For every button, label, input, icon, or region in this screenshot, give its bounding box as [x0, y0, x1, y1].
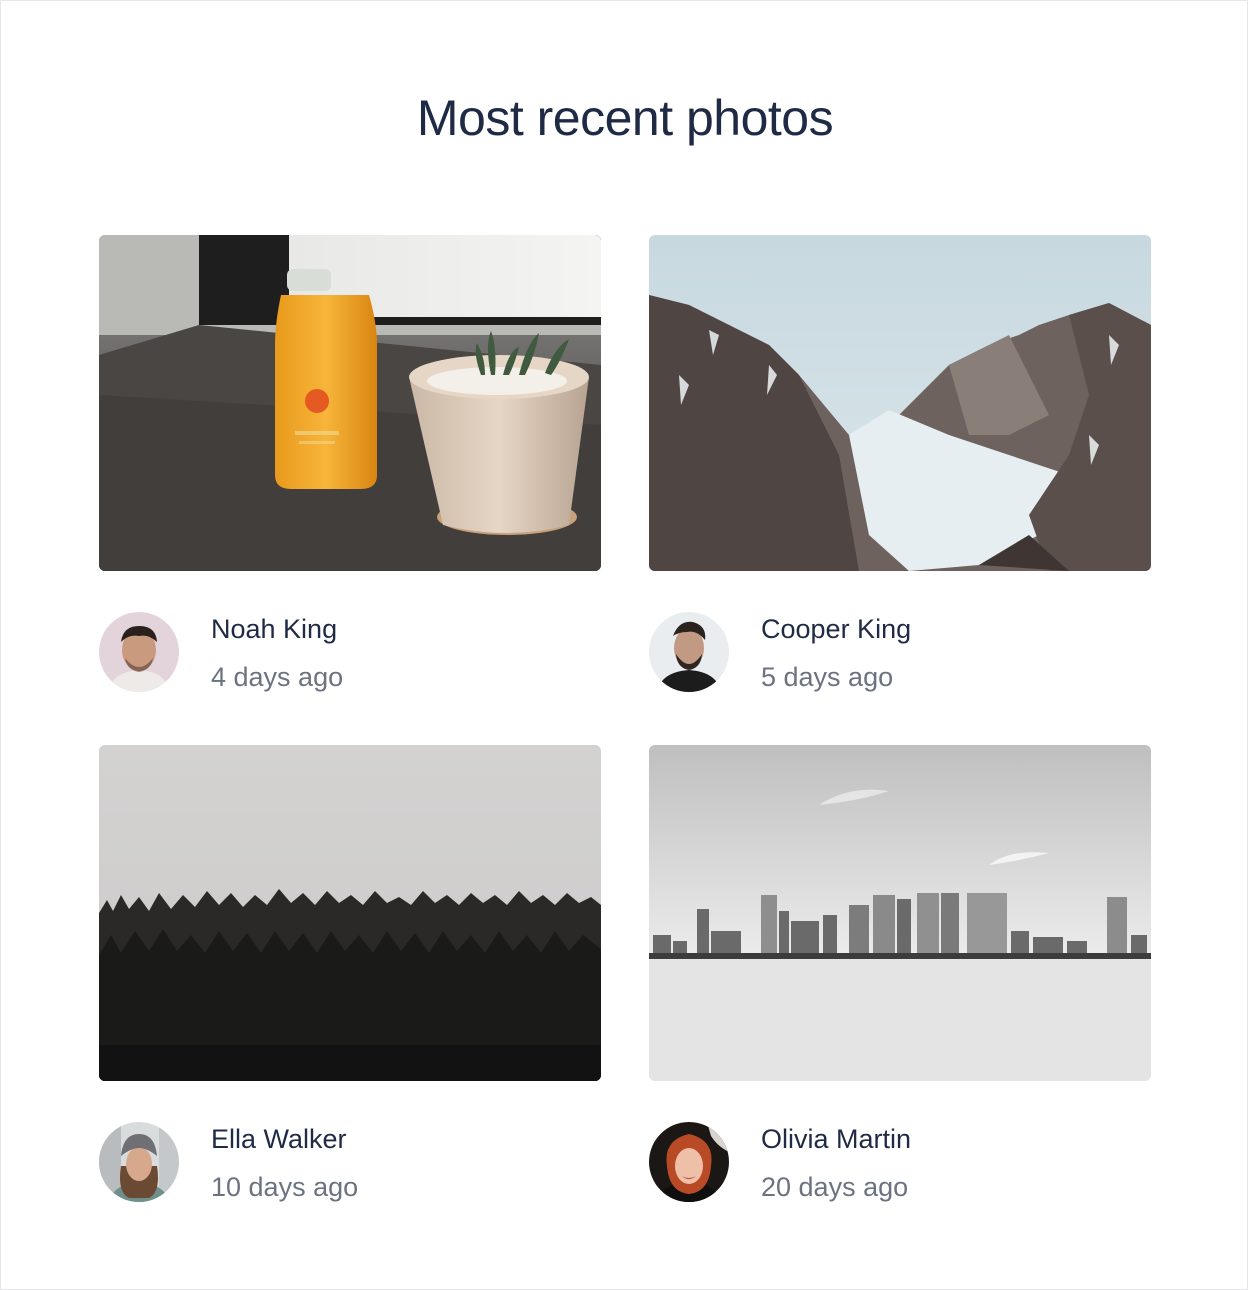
city-skyline-photo	[649, 745, 1151, 1081]
author-row: Noah King 4 days ago	[99, 612, 601, 692]
snowy-mountains-photo	[649, 235, 1151, 571]
author-row: Olivia Martin 20 days ago	[649, 1122, 1151, 1202]
photo-card: Noah King 4 days ago	[99, 235, 601, 692]
photo-card: Cooper King 5 days ago	[649, 235, 1151, 692]
avatar-cooper-king	[649, 612, 729, 692]
photo-thumbnail-mountains[interactable]	[649, 235, 1151, 571]
author-name[interactable]: Noah King	[211, 614, 337, 645]
page-frame: Most recent photos Noah King 4 days ago …	[0, 0, 1248, 1290]
post-time: 4 days ago	[211, 662, 344, 692]
author-row: Cooper King 5 days ago	[649, 612, 1151, 692]
author-row: Ella Walker 10 days ago	[99, 1122, 601, 1202]
author-name[interactable]: Cooper King	[761, 614, 911, 645]
avatar-olivia-martin	[649, 1122, 729, 1202]
author-name[interactable]: Ella Walker	[211, 1124, 347, 1155]
avatar[interactable]	[99, 1122, 179, 1202]
page-title: Most recent photos	[416, 90, 834, 146]
foggy-forest-photo	[99, 745, 601, 1081]
photo-thumbnail-juice[interactable]	[99, 235, 601, 571]
avatar-ella-walker	[99, 1122, 179, 1202]
photo-thumbnail-forest[interactable]	[99, 745, 601, 1081]
photo-thumbnail-skyline[interactable]	[649, 745, 1151, 1081]
author-name[interactable]: Olivia Martin	[761, 1124, 911, 1155]
post-time: 20 days ago	[761, 1172, 909, 1202]
avatar-noah-king	[99, 612, 179, 692]
post-time: 10 days ago	[211, 1172, 359, 1202]
post-time: 5 days ago	[761, 662, 894, 692]
juice-bottle-and-succulent-photo	[99, 235, 601, 571]
photo-card: Olivia Martin 20 days ago	[649, 745, 1151, 1202]
avatar[interactable]	[99, 612, 179, 692]
avatar[interactable]	[649, 1122, 729, 1202]
avatar[interactable]	[649, 612, 729, 692]
photo-card: Ella Walker 10 days ago	[99, 745, 601, 1202]
